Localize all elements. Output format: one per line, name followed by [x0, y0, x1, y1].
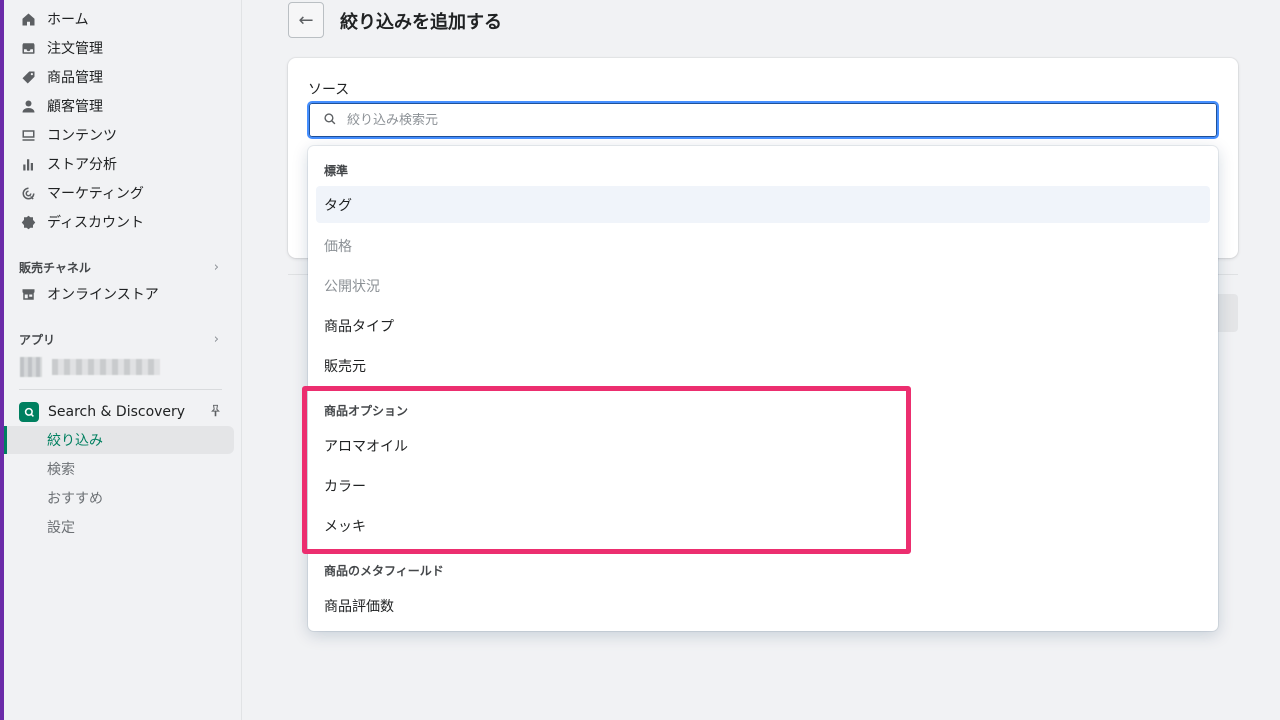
group-title-standard: 標準: [324, 164, 349, 178]
option-availability: 公開状況: [324, 279, 380, 295]
nav-item-label: マーケティング: [47, 186, 144, 202]
sales-channels-title: 販売チャネル: [19, 261, 91, 275]
target-icon: [20, 185, 36, 201]
search-icon: [323, 111, 337, 130]
option-vendor[interactable]: 販売元: [324, 356, 366, 376]
sales-channels-header[interactable]: 販売チャネル ›: [19, 259, 219, 276]
nav-item-label: コンテンツ: [47, 128, 117, 144]
content-icon: [20, 127, 36, 143]
option-tag[interactable]: タグ: [324, 195, 352, 215]
app-name: Search & Discovery: [48, 404, 186, 420]
nav-item-analytics[interactable]: ストア分析: [20, 152, 117, 176]
store-icon: [20, 286, 36, 302]
home-icon: [20, 11, 36, 27]
option-product-type[interactable]: 商品タイプ: [324, 316, 394, 336]
arrow-left-icon: ←: [298, 9, 314, 31]
active-item-indicator: [4, 426, 7, 454]
option-highlight: [316, 186, 1210, 223]
nav-item-label: ストア分析: [47, 157, 117, 173]
option-price: 価格: [324, 239, 352, 255]
nav-item-label: オンラインストア: [47, 287, 159, 303]
nav-item-products[interactable]: 商品管理: [20, 65, 103, 89]
subnav-filters[interactable]: 絞り込み: [47, 430, 103, 450]
nav-item-label: ホーム: [47, 12, 89, 28]
bar-chart-icon: [20, 156, 36, 172]
subnav-recommendations[interactable]: おすすめ: [47, 488, 103, 508]
annotation-highlight-box: [302, 386, 911, 554]
nav-item-customers[interactable]: 顧客管理: [20, 94, 103, 118]
source-search-field[interactable]: [307, 101, 1219, 139]
apps-title: アプリ: [19, 333, 56, 347]
source-search-input[interactable]: [347, 112, 1147, 128]
subnav-search[interactable]: 検索: [47, 459, 75, 479]
active-item-background: [4, 426, 234, 454]
source-label: ソース: [308, 82, 350, 98]
group-title-product-metafields: 商品のメタフィールド: [324, 564, 444, 578]
apps-header[interactable]: アプリ ›: [19, 331, 219, 348]
nav-item-discounts[interactable]: ディスカウント: [20, 210, 144, 234]
nav-item-orders[interactable]: 注文管理: [20, 36, 103, 60]
nav-item-content[interactable]: コンテンツ: [20, 123, 117, 147]
nav-item-home[interactable]: ホーム: [20, 7, 89, 31]
chevron-right-icon: ›: [213, 332, 219, 347]
page-title: 絞り込みを追加する: [340, 12, 502, 33]
nav-item-marketing[interactable]: マーケティング: [20, 181, 144, 205]
back-button[interactable]: ←: [288, 2, 324, 38]
pin-icon[interactable]: [209, 404, 222, 421]
sidebar-divider: [19, 389, 222, 390]
search-discovery-logo-icon: [19, 402, 39, 422]
nav-item-label: 顧客管理: [47, 99, 103, 115]
option-review-count[interactable]: 商品評価数: [324, 596, 394, 616]
tag-icon: [20, 69, 36, 85]
chevron-right-icon: ›: [213, 260, 219, 275]
nav-item-online-store[interactable]: オンラインストア: [20, 282, 159, 306]
nav-item-label: 注文管理: [47, 41, 103, 57]
inbox-icon: [20, 40, 36, 56]
nav-item-label: 商品管理: [47, 70, 103, 86]
person-icon: [20, 98, 36, 114]
nav-item-label: ディスカウント: [47, 215, 145, 231]
discount-icon: [20, 214, 36, 230]
app-search-discovery[interactable]: Search & Discovery: [19, 400, 222, 424]
subnav-settings[interactable]: 設定: [47, 517, 75, 537]
redacted-app-entry: [20, 357, 160, 377]
